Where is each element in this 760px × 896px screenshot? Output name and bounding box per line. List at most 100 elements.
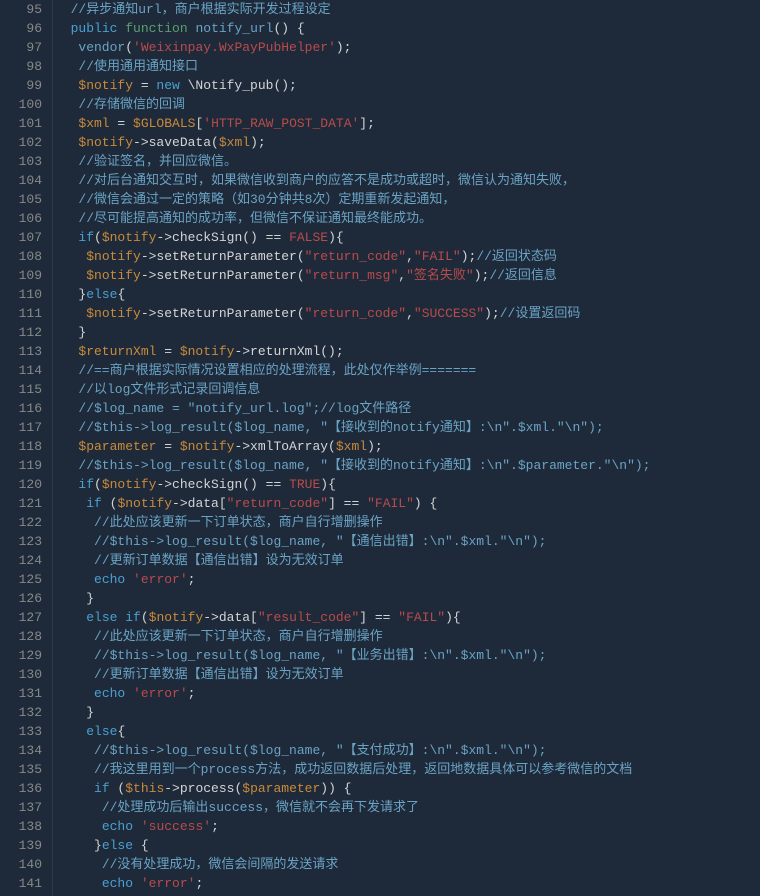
token-plain: =	[133, 78, 156, 93]
code-line[interactable]: //$this->log_result($log_name, "【业务出错】:\…	[55, 646, 760, 665]
token-var: $notify	[86, 268, 141, 283]
line-number: 97	[8, 38, 42, 57]
token-plain: (	[94, 477, 102, 492]
line-number: 116	[8, 399, 42, 418]
token-comment: //$this->log_result($log_name, "【通信出错】:\…	[94, 534, 546, 549]
token-plain: ;	[211, 819, 219, 834]
code-line[interactable]: //==商户根据实际情况设置相应的处理流程，此处仅作举例=======	[55, 361, 760, 380]
code-line[interactable]: //$log_name = "notify_url.log";//log文件路径	[55, 399, 760, 418]
token-var: $xml	[219, 135, 250, 150]
code-line[interactable]: //$this->log_result($log_name, "【支付成功】:\…	[55, 741, 760, 760]
token-plain	[55, 173, 78, 188]
code-line[interactable]: else if($notify->data["result_code"] == …	[55, 608, 760, 627]
token-plain: {	[133, 838, 149, 853]
token-plain	[55, 78, 78, 93]
token-plain: ->process(	[164, 781, 242, 796]
code-line[interactable]: //尽可能提高通知的成功率，但微信不保证通知最终能成功。	[55, 209, 760, 228]
line-number: 136	[8, 779, 42, 798]
code-line[interactable]: $notify->saveData($xml);	[55, 133, 760, 152]
code-line[interactable]: //我这里用到一个process方法，成功返回数据后处理，返回地数据具体可以参考…	[55, 760, 760, 779]
code-line[interactable]: }	[55, 323, 760, 342]
token-comment: //$this->log_result($log_name, "【支付成功】:\…	[94, 743, 546, 758]
line-number: 137	[8, 798, 42, 817]
code-line[interactable]: $notify->setReturnParameter("return_code…	[55, 304, 760, 323]
token-plain: {	[117, 287, 125, 302]
token-keyword: else	[102, 838, 133, 853]
code-line[interactable]: //$this->log_result($log_name, "【接收到的not…	[55, 418, 760, 437]
code-line[interactable]: $xml = $GLOBALS['HTTP_RAW_POST_DATA'];	[55, 114, 760, 133]
token-string2: "return_msg"	[305, 268, 399, 283]
code-line[interactable]: //更新订单数据【通信出错】设为无效订单	[55, 551, 760, 570]
code-line[interactable]: //$this->log_result($log_name, "【通信出错】:\…	[55, 532, 760, 551]
line-number: 132	[8, 703, 42, 722]
line-number: 104	[8, 171, 42, 190]
code-line[interactable]: if ($notify->data["return_code"] == "FAI…	[55, 494, 760, 513]
line-number: 124	[8, 551, 42, 570]
code-line[interactable]: //更新订单数据【通信出错】设为无效订单	[55, 665, 760, 684]
token-plain: ->checkSign() ==	[156, 230, 289, 245]
token-plain	[55, 401, 78, 416]
code-line[interactable]: $notify->setReturnParameter("return_code…	[55, 247, 760, 266]
code-line[interactable]: $returnXml = $notify->returnXml();	[55, 342, 760, 361]
line-number: 113	[8, 342, 42, 361]
code-line[interactable]: //存储微信的回调	[55, 95, 760, 114]
line-number: 96	[8, 19, 42, 38]
code-line[interactable]: }else{	[55, 285, 760, 304]
line-number: 139	[8, 836, 42, 855]
token-plain: }	[55, 591, 94, 606]
code-line[interactable]: $parameter = $notify->xmlToArray($xml);	[55, 437, 760, 456]
token-string2: "SUCCESS"	[414, 306, 484, 321]
code-line[interactable]: //没有处理成功，微信会间隔的发送请求	[55, 855, 760, 874]
code-line[interactable]: }	[55, 589, 760, 608]
code-line[interactable]: }	[55, 703, 760, 722]
code-line[interactable]: //此处应该更新一下订单状态，商户自行增删操作	[55, 513, 760, 532]
token-plain	[55, 572, 94, 587]
code-line[interactable]: if($notify->checkSign() == FALSE){	[55, 228, 760, 247]
code-line[interactable]: echo 'error';	[55, 684, 760, 703]
line-number: 119	[8, 456, 42, 475]
code-line[interactable]: else{	[55, 722, 760, 741]
token-plain: );	[474, 268, 490, 283]
code-line[interactable]: vendor('Weixinpay.WxPayPubHelper');	[55, 38, 760, 57]
token-string2: "签名失败"	[406, 268, 474, 283]
code-line[interactable]: //此处应该更新一下订单状态，商户自行增删操作	[55, 627, 760, 646]
code-line[interactable]: if ($this->process($parameter)) {	[55, 779, 760, 798]
line-number: 120	[8, 475, 42, 494]
code-line[interactable]: echo 'error';	[55, 874, 760, 893]
code-line[interactable]: //处理成功后输出success，微信就不会再下发请求了	[55, 798, 760, 817]
code-content-area[interactable]: //异步通知url，商户根据实际开发过程设定 public function n…	[52, 0, 760, 896]
line-number: 99	[8, 76, 42, 95]
code-line[interactable]: //使用通用通知接口	[55, 57, 760, 76]
code-line[interactable]: //微信会通过一定的策略（如30分钟共8次）定期重新发起通知，	[55, 190, 760, 209]
token-keyword: echo	[94, 572, 125, 587]
token-keyword: echo	[102, 876, 133, 891]
code-line[interactable]: //对后台通知交互时，如果微信收到商户的应答不是成功或超时，微信认为通知失败，	[55, 171, 760, 190]
token-plain: ;	[195, 876, 203, 891]
code-line[interactable]: //验证签名，并回应微信。	[55, 152, 760, 171]
code-line[interactable]: public function notify_url() {	[55, 19, 760, 38]
code-line[interactable]: }else {	[55, 836, 760, 855]
token-comment: //设置返回码	[500, 306, 581, 321]
code-line[interactable]: $notify = new \Notify_pub();	[55, 76, 760, 95]
token-string2: "return_code"	[305, 306, 406, 321]
token-plain	[55, 534, 94, 549]
line-number: 130	[8, 665, 42, 684]
code-line[interactable]: //以log文件形式记录回调信息	[55, 380, 760, 399]
token-keyword: else if	[86, 610, 141, 625]
code-line[interactable]: //异步通知url，商户根据实际开发过程设定	[55, 0, 760, 19]
code-line[interactable]: if($notify->checkSign() == TRUE){	[55, 475, 760, 494]
token-plain	[55, 230, 78, 245]
token-var: $notify	[78, 135, 133, 150]
code-line[interactable]: echo 'success';	[55, 817, 760, 836]
line-number: 108	[8, 247, 42, 266]
code-line[interactable]: //$this->log_result($log_name, "【接收到的not…	[55, 456, 760, 475]
token-string2: "FAIL"	[398, 610, 445, 625]
token-plain: ->returnXml();	[234, 344, 343, 359]
code-line[interactable]: $notify->setReturnParameter("return_msg"…	[55, 266, 760, 285]
token-plain: (	[94, 230, 102, 245]
token-string2: "FAIL"	[414, 249, 461, 264]
code-line[interactable]: echo 'error';	[55, 570, 760, 589]
token-var: $notify	[86, 249, 141, 264]
token-plain	[55, 800, 102, 815]
token-var: $notify	[180, 344, 235, 359]
